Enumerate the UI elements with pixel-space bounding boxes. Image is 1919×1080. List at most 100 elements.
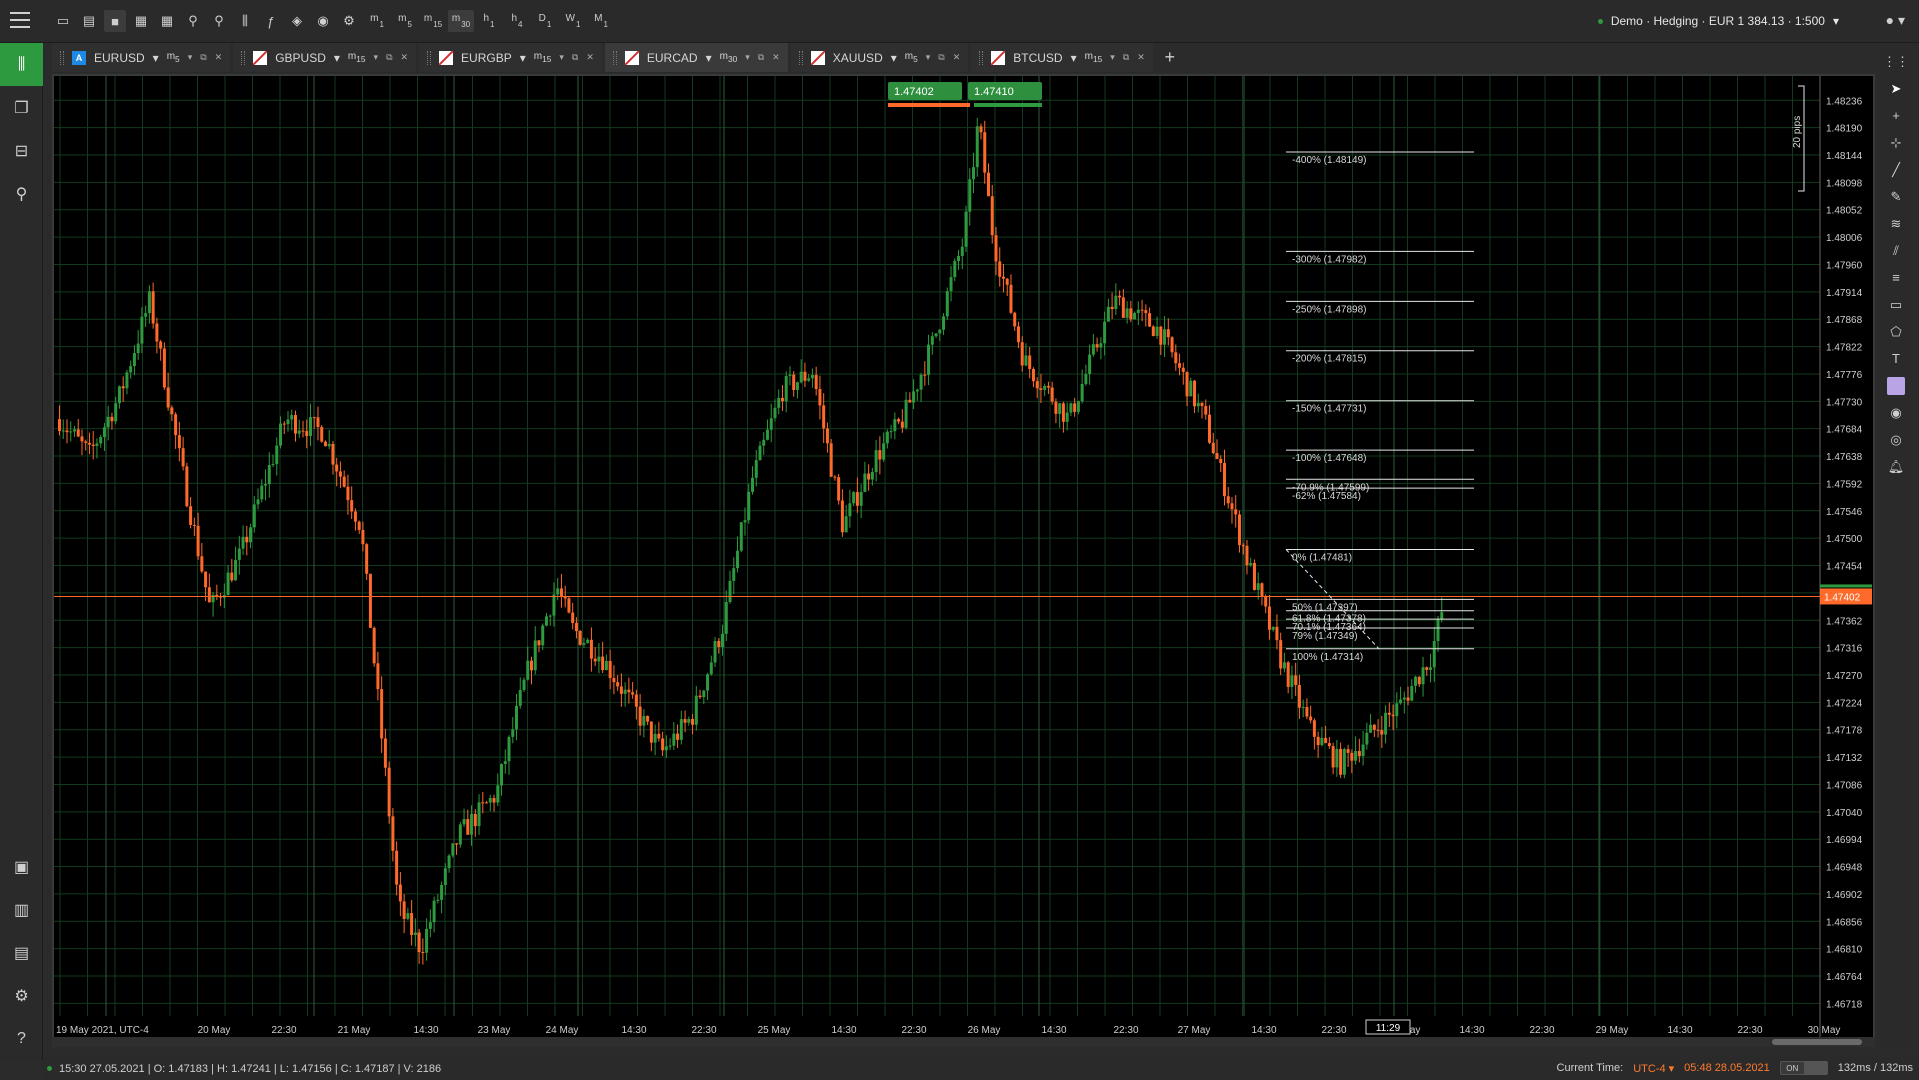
wallet-icon[interactable]: ▤ — [0, 931, 43, 974]
tab-timeframe[interactable]: m30 — [720, 51, 738, 64]
line-icon[interactable]: ╱ — [1881, 156, 1911, 183]
shape-icon[interactable]: ⬠ — [1881, 318, 1911, 345]
tab-timeframe[interactable]: m15 — [534, 51, 552, 64]
timeframe-W1[interactable]: W1 — [560, 10, 586, 32]
briefcase-icon[interactable]: ▣ — [0, 845, 43, 888]
pen-icon[interactable]: ✎ — [1881, 183, 1911, 210]
alert-bell-icon[interactable]: 🔔︎ — [1881, 453, 1911, 480]
account-selector[interactable]: Demo · Hedging · EUR 1 384.13 · 1:500 ▾ — [1597, 14, 1839, 28]
color-picker[interactable] — [1881, 372, 1911, 399]
chevron-down-icon[interactable]: ▾ — [891, 51, 897, 65]
tab-timeframe[interactable]: m15 — [1085, 51, 1103, 64]
close-icon[interactable]: ✕ — [772, 52, 780, 63]
drag-handle-icon[interactable]: ⋮⋮ — [1881, 48, 1911, 75]
drag-handle-icon[interactable] — [241, 50, 246, 65]
chevron-down-icon[interactable]: ▾ — [153, 51, 159, 65]
chevron-down-icon[interactable]: ▾ — [1071, 51, 1077, 65]
close-icon[interactable]: ✕ — [953, 52, 961, 63]
add-tab-button[interactable]: + — [1156, 43, 1184, 72]
fib-level-label: -150% (1.47731) — [1292, 404, 1367, 415]
alerts-settings-icon[interactable]: ⚙ — [338, 10, 360, 32]
price-chart[interactable]: 1.48236 1.48190 1.48144 1.48098 1.48052 1.480… — [54, 76, 1873, 1044]
scrollbar-thumb[interactable] — [1772, 1039, 1862, 1045]
thickness-icon[interactable]: ◉ — [1881, 399, 1911, 426]
chevron-down-icon[interactable]: ▾ — [559, 52, 564, 63]
help-icon[interactable]: ? — [0, 1017, 43, 1060]
measure-icon[interactable]: ⊹ — [1881, 129, 1911, 156]
chevron-down-icon[interactable]: ▾ — [745, 52, 750, 63]
tab-xauusd[interactable]: XAUUSD ▾ m5 ▾ ⧉ ✕ — [790, 43, 969, 72]
hamburger-icon[interactable] — [10, 12, 30, 30]
timeframe-h1[interactable]: h1 — [476, 10, 502, 32]
close-icon[interactable]: ✕ — [1137, 52, 1145, 63]
horizontal-scrollbar[interactable] — [52, 1037, 1875, 1047]
new-chart-icon[interactable]: ▭ — [52, 10, 74, 32]
timeframe-m1[interactable]: m1 — [364, 10, 390, 32]
drag-handle-icon[interactable] — [612, 50, 617, 65]
chevron-down-icon[interactable]: ▾ — [706, 51, 712, 65]
automate-icon[interactable]: ⊟ — [0, 129, 43, 172]
tab-btcusd[interactable]: BTCUSD ▾ m15 ▾ ⧉ ✕ — [971, 43, 1153, 72]
detach-icon[interactable]: ⧉ — [758, 52, 764, 63]
crosshair-icon[interactable]: + — [1881, 102, 1911, 129]
drag-handle-icon[interactable] — [427, 50, 432, 65]
drag-handle-icon[interactable] — [798, 50, 803, 65]
text-icon[interactable]: T — [1881, 345, 1911, 372]
zoom-in-icon[interactable]: ⚲ — [182, 10, 204, 32]
chevron-down-icon[interactable]: ▾ — [188, 52, 193, 63]
chevron-down-icon[interactable]: ▾ — [926, 52, 931, 63]
timeframe-M1[interactable]: M1 — [588, 10, 614, 32]
trade-icon[interactable]: ⫼ — [0, 43, 43, 86]
timeframe-D1[interactable]: D1 — [532, 10, 558, 32]
chart-settings-icon[interactable]: ▤ — [78, 10, 100, 32]
grid-layout-icon[interactable]: ▦ — [130, 10, 152, 32]
detach-icon[interactable]: ⧉ — [938, 52, 944, 63]
chart-type-icon[interactable]: ⫼ — [234, 10, 256, 32]
tab-eurusd[interactable]: A EURUSD ▾ m5 ▾ ⧉ ✕ — [52, 43, 231, 72]
close-icon[interactable]: ✕ — [215, 52, 223, 63]
chevron-down-icon[interactable]: ▾ — [374, 52, 379, 63]
timeframe-m15[interactable]: m 15 — [420, 10, 446, 32]
close-icon[interactable]: ✕ — [401, 52, 409, 63]
tab-timeframe[interactable]: m15 — [348, 51, 366, 64]
chart-area[interactable]: 1.48236 1.48190 1.48144 1.48098 1.48052 1.480… — [52, 74, 1875, 1046]
fibonacci-icon[interactable]: ≋ — [1881, 210, 1911, 237]
tab-eurgbp[interactable]: EURGBP ▾ m15 ▾ ⧉ ✕ — [419, 43, 602, 72]
close-icon[interactable]: ✕ — [586, 52, 594, 63]
cursor-icon[interactable]: ➤ — [1881, 75, 1911, 102]
layers-icon[interactable]: ◈ — [286, 10, 308, 32]
drag-handle-icon[interactable] — [60, 50, 64, 65]
detach-icon[interactable]: ⧉ — [200, 52, 206, 63]
detach-icon[interactable]: ⧉ — [1123, 52, 1129, 63]
detach-icon[interactable]: ⧉ — [386, 52, 392, 63]
analyze-icon[interactable]: ⚲ — [0, 172, 43, 215]
zoom-out-icon[interactable]: ⚲ — [208, 10, 230, 32]
eye-icon[interactable]: ◉ — [312, 10, 334, 32]
timeframe-m5[interactable]: m5 — [392, 10, 418, 32]
store-icon[interactable]: ▥ — [0, 888, 43, 931]
timezone-selector[interactable]: UTC-4 ▾ — [1633, 1062, 1674, 1075]
tab-gbpusd[interactable]: GBPUSD ▾ m15 ▾ ⧉ ✕ — [233, 43, 417, 72]
tab-timeframe[interactable]: m5 — [167, 51, 180, 64]
chevron-down-icon[interactable]: ▾ — [334, 51, 340, 65]
fib-retracement-icon[interactable]: ≡ — [1881, 264, 1911, 291]
timeframe-h4[interactable]: h4 — [504, 10, 530, 32]
tab-eurcad[interactable]: EURCAD ▾ m30 ▾ ⧉ ✕ — [604, 43, 788, 72]
chevron-down-icon[interactable]: ▾ — [1110, 52, 1115, 63]
chevron-down-icon[interactable]: ▾ — [520, 51, 526, 65]
drag-handle-icon[interactable] — [979, 50, 984, 65]
settings-icon[interactable]: ⚙ — [0, 974, 43, 1017]
candle-body — [601, 656, 605, 671]
indicators-icon[interactable]: ƒ — [260, 10, 282, 32]
user-menu[interactable]: ● ▾ — [1886, 12, 1905, 29]
single-layout-icon[interactable]: ■ — [104, 10, 126, 32]
timeframe-m30[interactable]: m 30 — [448, 10, 474, 32]
detach-icon[interactable]: ⧉ — [572, 52, 578, 63]
multi-layout-icon[interactable]: ▦ — [156, 10, 178, 32]
rectangle-icon[interactable]: ▭ — [1881, 291, 1911, 318]
tab-timeframe[interactable]: m5 — [905, 51, 918, 64]
copy-icon[interactable]: ❐ — [0, 86, 43, 129]
screenshot-icon[interactable]: ◎ — [1881, 426, 1911, 453]
toggle-switch[interactable]: ON — [1779, 1061, 1828, 1075]
pitchfork-icon[interactable]: ⫽ — [1881, 237, 1911, 264]
